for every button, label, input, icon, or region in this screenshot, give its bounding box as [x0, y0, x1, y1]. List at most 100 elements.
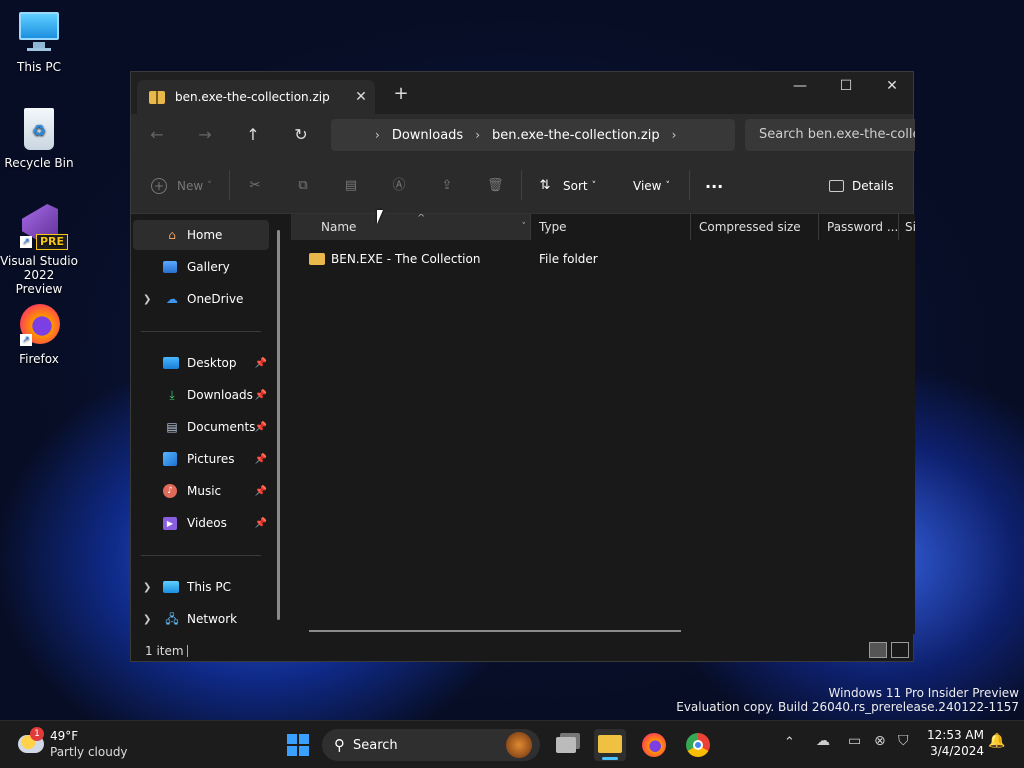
nav-item-network[interactable]: ❯ 🖧 Network: [133, 604, 269, 634]
nav-item-home[interactable]: ⌂ Home: [133, 220, 269, 250]
nav-item-music[interactable]: ♪ Music 📌: [133, 476, 269, 506]
new-tab-button[interactable]: +: [389, 82, 413, 106]
shortcut-arrow-icon: ↗: [20, 236, 32, 248]
desktop-icon-this-pc[interactable]: This PC: [0, 10, 78, 74]
more-options-button[interactable]: ···: [705, 174, 723, 198]
close-tab-icon[interactable]: ✕: [347, 89, 375, 105]
cut-button[interactable]: ✂: [247, 174, 263, 198]
document-icon: ▤: [166, 420, 178, 434]
chevron-right-icon[interactable]: ❯: [143, 294, 151, 305]
file-explorer-taskbar-button[interactable]: [594, 729, 626, 761]
copy-icon: ⧉: [298, 178, 308, 193]
forward-button[interactable]: →: [187, 122, 223, 148]
close-window-button[interactable]: ✕: [869, 72, 915, 102]
chevron-right-icon[interactable]: ›: [672, 128, 677, 142]
weather-temp: 49°F: [50, 729, 79, 743]
nav-item-desktop[interactable]: Desktop 📌: [133, 348, 269, 378]
display-icon[interactable]: ▭: [848, 733, 861, 749]
nav-item-this-pc[interactable]: ❯ This PC: [133, 572, 269, 602]
details-view-icon[interactable]: [869, 642, 887, 658]
maximize-button[interactable]: ☐: [823, 72, 869, 102]
pin-icon[interactable]: 📌: [255, 518, 267, 529]
breadcrumb[interactable]: › Downloads › ben.exe-the-collection.zip…: [331, 119, 735, 151]
up-button[interactable]: ↑: [235, 122, 271, 148]
paste-button[interactable]: ▤: [343, 174, 359, 198]
copy-button[interactable]: ⧉: [295, 174, 311, 198]
new-button[interactable]: + New ˅: [151, 174, 212, 198]
table-row[interactable]: BEN.EXE - The Collection File folder: [291, 248, 915, 270]
pin-icon[interactable]: 📌: [255, 454, 267, 465]
command-bar: + New ˅ ✂ ⧉ ▤ Ⓐ ⇪ 🗑 ⇅ Sort ˅ View ˅ ··· …: [131, 156, 913, 214]
delete-button[interactable]: 🗑: [487, 174, 504, 198]
column-header-name[interactable]: Name ^ ˅: [291, 214, 531, 240]
nav-item-downloads[interactable]: ⤓ Downloads 📌: [133, 380, 269, 410]
separator: [229, 170, 230, 200]
desktop-icon-visual-studio[interactable]: PRE ↗ Visual Studio 2022 Preview: [0, 204, 78, 296]
chevron-right-icon[interactable]: ❯: [143, 614, 151, 625]
address-bar: ← → ↑ ↻ › Downloads › ben.exe-the-collec…: [131, 114, 915, 156]
nav-item-gallery[interactable]: Gallery: [133, 252, 269, 282]
firefox-taskbar-button[interactable]: [638, 729, 670, 761]
tab-title: ben.exe-the-collection.zip: [175, 90, 330, 104]
pin-icon[interactable]: 📌: [255, 486, 267, 497]
nav-item-pictures[interactable]: Pictures 📌: [133, 444, 269, 474]
network-icon[interactable]: ⊗: [874, 733, 886, 749]
desktop-icon-recycle-bin[interactable]: ♻ Recycle Bin: [0, 106, 78, 170]
task-view-button[interactable]: [550, 729, 582, 761]
rename-icon: Ⓐ: [392, 178, 406, 193]
pin-icon[interactable]: 📌: [255, 390, 267, 401]
horizontal-scrollbar[interactable]: [309, 630, 681, 632]
column-header-size[interactable]: Si: [899, 214, 915, 240]
onedrive-offline-icon[interactable]: ☁: [816, 733, 830, 749]
details-button[interactable]: Details: [829, 174, 894, 198]
details-pane-icon: [829, 180, 844, 192]
show-hidden-icons-button[interactable]: ⌃: [784, 735, 795, 750]
network-icon: 🖧: [165, 612, 179, 626]
nav-scrollbar[interactable]: [277, 230, 280, 620]
pin-icon[interactable]: 📌: [255, 422, 267, 433]
title-bar[interactable]: ben.exe-the-collection.zip ✕ + — ☐ ✕: [131, 72, 913, 114]
pre-badge: PRE: [36, 234, 69, 250]
refresh-button[interactable]: ↻: [283, 122, 319, 148]
chevron-right-icon: ›: [375, 128, 380, 142]
column-header-type[interactable]: Type: [531, 214, 691, 240]
tiles-view-icon[interactable]: [891, 642, 909, 658]
chevron-right-icon[interactable]: ❯: [143, 582, 151, 593]
pin-icon[interactable]: 📌: [255, 358, 267, 369]
plus-circle-icon: +: [151, 178, 167, 194]
weather-widget[interactable]: 1 49°F Partly cloudy: [16, 727, 146, 763]
breadcrumb-downloads[interactable]: Downloads: [392, 128, 463, 143]
nav-item-videos[interactable]: ▶ Videos 📌: [133, 508, 269, 538]
separator: [689, 170, 690, 200]
chevron-down-icon[interactable]: ˅: [522, 214, 527, 240]
column-header-password[interactable]: Password ...: [819, 214, 899, 240]
view-button[interactable]: View ˅: [633, 174, 670, 198]
security-icon[interactable]: ⛉: [898, 733, 909, 749]
desktop-icon-firefox[interactable]: ↗ Firefox: [0, 302, 78, 366]
column-header-compressed-size[interactable]: Compressed size: [691, 214, 819, 240]
rename-button[interactable]: Ⓐ: [391, 174, 407, 198]
status-bar: 1 item: [131, 640, 913, 662]
nav-item-documents[interactable]: ▤ Documents 📌: [133, 412, 269, 442]
back-button[interactable]: ←: [139, 122, 175, 148]
visual-studio-icon: PRE ↗: [16, 204, 69, 250]
search-input[interactable]: Search ben.exe-the-collection.zip: [745, 119, 915, 151]
share-icon: ⇪: [441, 178, 453, 193]
minimize-button[interactable]: —: [777, 72, 823, 102]
mouse-cursor-icon: [377, 210, 389, 224]
sort-up-icon: ^: [417, 214, 426, 224]
chrome-taskbar-button[interactable]: [682, 729, 714, 761]
start-button[interactable]: [282, 729, 314, 761]
video-icon: ▶: [163, 516, 177, 530]
nav-item-onedrive[interactable]: ❯ ☁ OneDrive: [133, 284, 269, 314]
clock[interactable]: 12:53 AM 3/4/2024: [924, 727, 984, 759]
sort-button[interactable]: ⇅ Sort ˅: [537, 174, 597, 198]
breadcrumb-zip[interactable]: ben.exe-the-collection.zip: [492, 128, 660, 143]
taskbar-search[interactable]: ⚲ Search: [322, 729, 540, 761]
search-highlight-icon: [506, 732, 532, 758]
tab-zip[interactable]: ben.exe-the-collection.zip ✕: [137, 80, 375, 114]
notification-bell-icon[interactable]: 🔔: [988, 733, 1005, 749]
row-type: File folder: [539, 252, 598, 266]
gallery-icon: [163, 261, 177, 273]
share-button[interactable]: ⇪: [439, 174, 455, 198]
